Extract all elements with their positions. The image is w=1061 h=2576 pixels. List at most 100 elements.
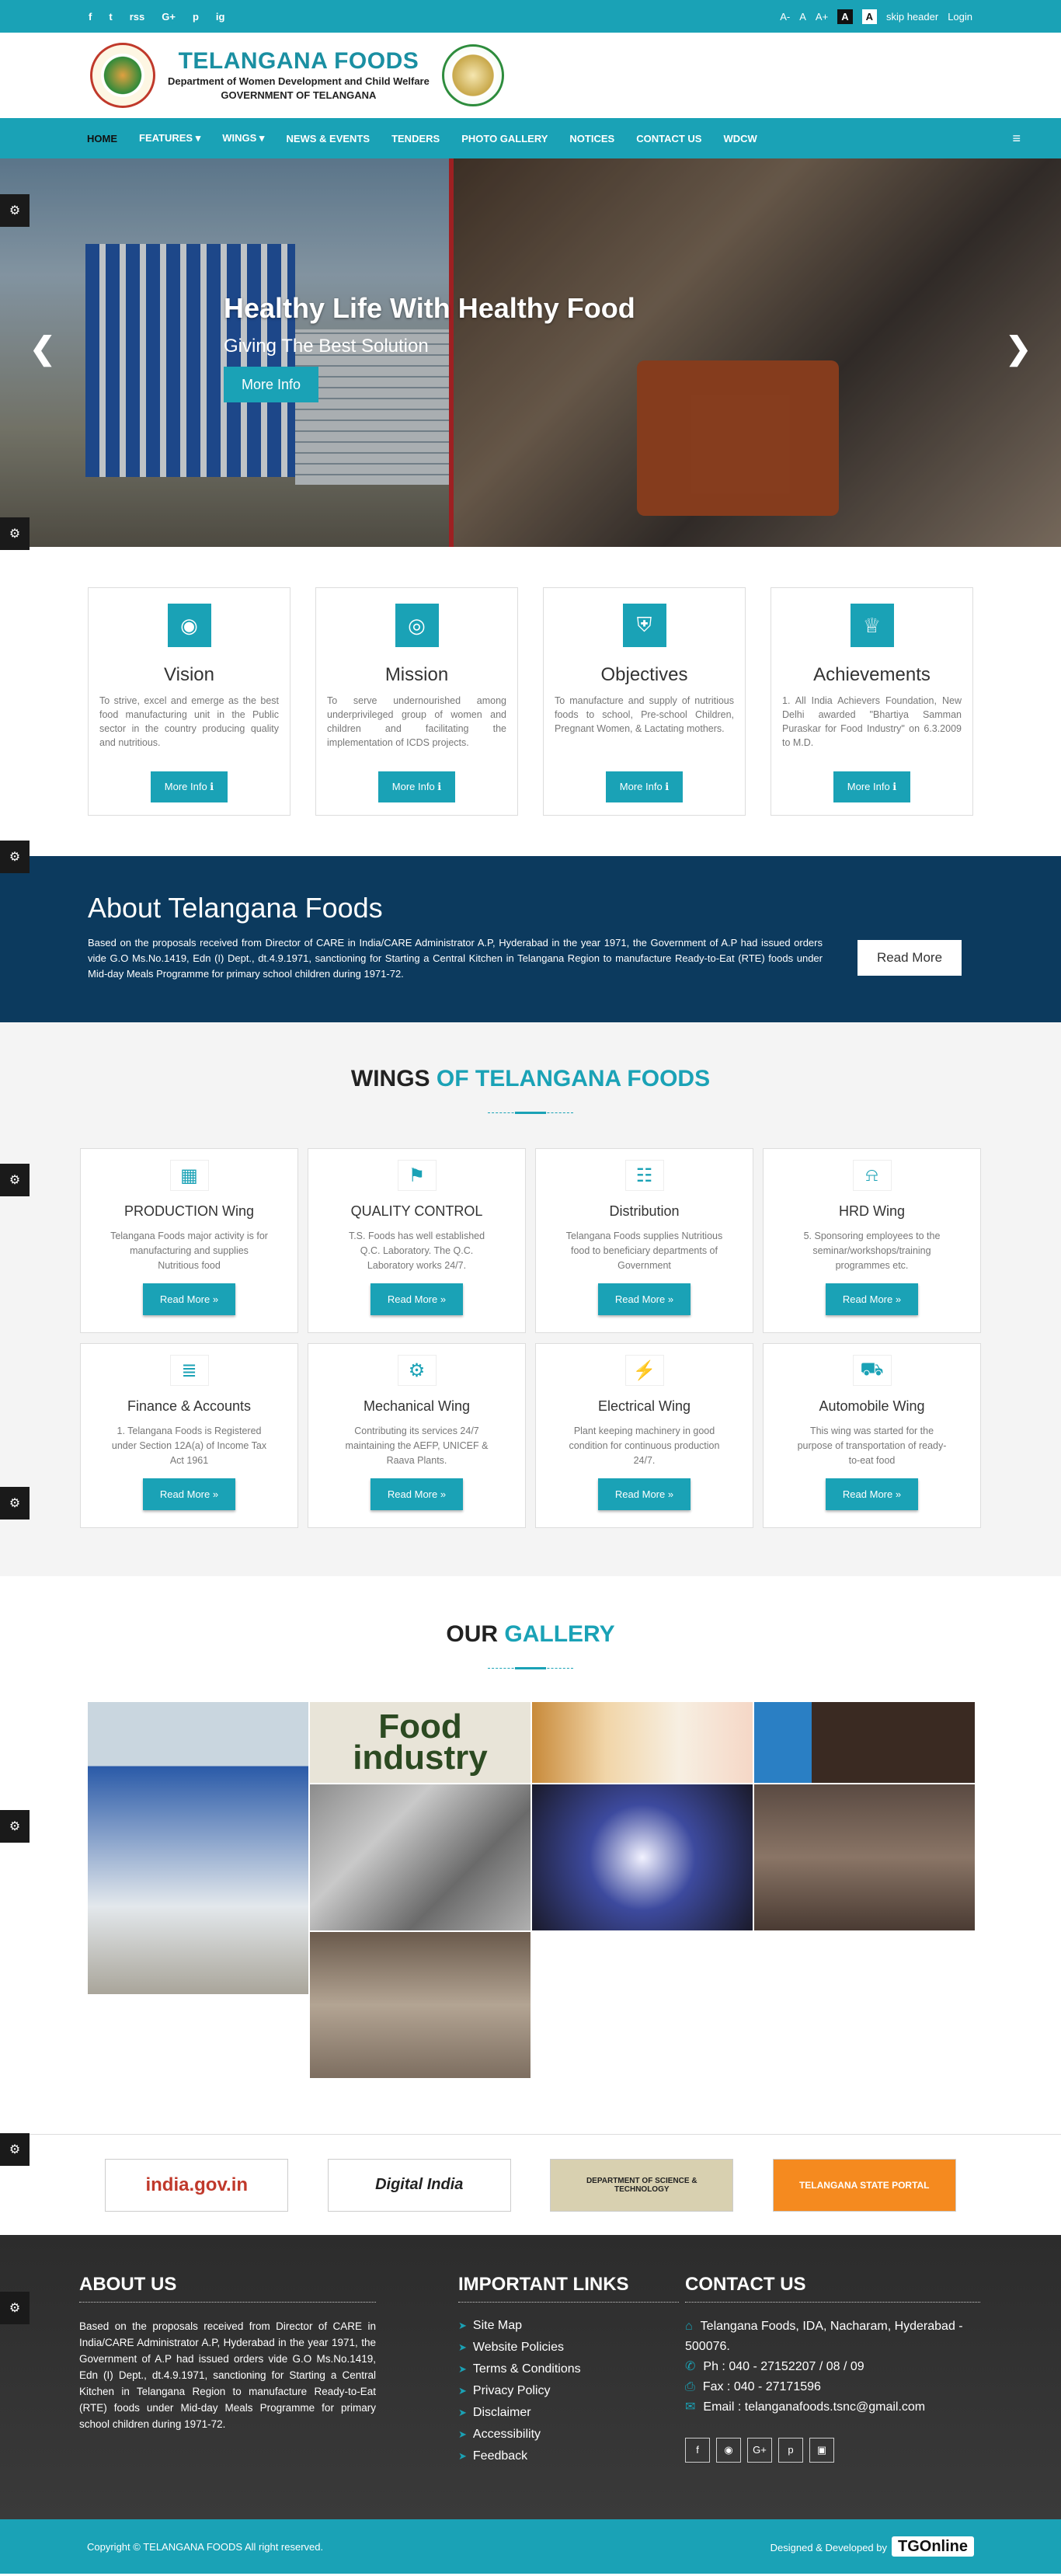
- rss-icon[interactable]: ◉: [716, 2438, 741, 2463]
- hrd-read-more-button[interactable]: Read More »: [825, 1283, 919, 1315]
- skip-header-link[interactable]: skip header: [886, 11, 938, 23]
- site-title: TELANGANA FOODS: [178, 48, 419, 74]
- nav-wings[interactable]: WINGS ▾: [222, 132, 264, 144]
- google-plus-icon[interactable]: G+: [747, 2438, 772, 2463]
- grid-icon: ▦: [169, 1160, 209, 1191]
- vision-card: ◉ Vision To strive, excel and emerge as …: [88, 587, 290, 816]
- nav-home[interactable]: HOME: [87, 133, 117, 144]
- site-footer: ABOUT US Based on the proposals received…: [0, 2235, 1061, 2519]
- finance-read-more-button[interactable]: Read More »: [142, 1478, 236, 1510]
- contrast-light-button[interactable]: A: [861, 9, 877, 24]
- gallery-photo-machine-2[interactable]: [532, 1784, 753, 1930]
- achievements-more-info-button[interactable]: More Info ℹ: [833, 771, 911, 802]
- mechanical-read-more-button[interactable]: Read More »: [370, 1478, 464, 1510]
- about-read-more-button[interactable]: Read More: [857, 940, 962, 976]
- dst-logo[interactable]: DEPARTMENT OF SCIENCE & TECHNOLOGY: [550, 2158, 734, 2212]
- wing-text: T.S. Foods has well established Q.C. Lab…: [348, 1231, 485, 1271]
- hero-overlay: [0, 158, 1061, 547]
- footer-link-privacy[interactable]: Privacy Policy: [458, 2380, 679, 2402]
- nav-notices[interactable]: NOTICES: [569, 133, 614, 144]
- facebook-icon[interactable]: f: [685, 2438, 710, 2463]
- wings-title-b: OF TELANGANA FOODS: [436, 1066, 711, 1091]
- twitter-icon[interactable]: t: [109, 11, 112, 23]
- footer-link-sitemap[interactable]: Site Map: [458, 2315, 679, 2337]
- settings-cog-icon[interactable]: ⚙: [0, 1487, 30, 1519]
- google-plus-icon[interactable]: G+: [162, 11, 176, 23]
- mail-icon: ✉: [685, 2400, 696, 2414]
- bookmark-icon: ⚑: [397, 1160, 437, 1191]
- settings-cog-icon[interactable]: ⚙: [0, 1164, 30, 1196]
- hero-subtitle: Giving The Best Solution: [224, 336, 429, 357]
- gallery-photo-children[interactable]: [754, 1702, 975, 1783]
- vision-more-info-button[interactable]: More Info ℹ: [150, 771, 228, 802]
- gallery-photo-foods[interactable]: [532, 1702, 753, 1783]
- pinterest-icon[interactable]: p: [778, 2438, 803, 2463]
- font-decrease-button[interactable]: A-: [780, 11, 790, 23]
- nav-tenders[interactable]: TENDERS: [391, 133, 440, 144]
- wings-grid: ▦ PRODUCTION Wing Telangana Foods major ac…: [80, 1148, 981, 1528]
- login-link[interactable]: Login: [948, 11, 972, 23]
- footer-link-feedback[interactable]: Feedback: [458, 2445, 679, 2467]
- developer-credit: Designed & Developed by TGOnline: [771, 2536, 974, 2557]
- distribution-read-more-button[interactable]: Read More »: [597, 1283, 691, 1315]
- electrical-read-more-button[interactable]: Read More »: [597, 1478, 691, 1510]
- gallery-photo-building[interactable]: [88, 1702, 308, 1994]
- nav-contact-us[interactable]: CONTACT US: [636, 133, 701, 144]
- india-gov-logo[interactable]: india.gov.in: [105, 2158, 289, 2212]
- settings-cog-icon[interactable]: ⚙: [0, 1810, 30, 1843]
- production-read-more-button[interactable]: Read More »: [142, 1283, 236, 1315]
- telangana-foods-logo[interactable]: [90, 43, 155, 108]
- instagram-icon[interactable]: ▣: [809, 2438, 834, 2463]
- gallery-photo-food-industry[interactable]: Food industry: [310, 1702, 530, 1783]
- wings-title-a: WINGS: [350, 1066, 437, 1091]
- mission-more-info-button[interactable]: More Info ℹ: [377, 771, 456, 802]
- font-increase-button[interactable]: A+: [816, 11, 828, 23]
- footer-about-title: ABOUT US: [79, 2274, 376, 2303]
- gallery-title: OUR GALLERY: [88, 1621, 973, 1648]
- about-title: About Telangana Foods: [88, 892, 383, 924]
- objectives-more-info-button[interactable]: More Info ℹ: [605, 771, 684, 802]
- department-name: Department of Women Development and Chil…: [168, 75, 430, 87]
- nav-features[interactable]: FEATURES ▾: [139, 132, 200, 144]
- nav-news-events[interactable]: NEWS & EVENTS: [286, 133, 370, 144]
- footer-link-terms[interactable]: Terms & Conditions: [458, 2358, 679, 2380]
- instagram-icon[interactable]: ig: [216, 11, 225, 23]
- facebook-icon[interactable]: f: [89, 11, 92, 23]
- menu-icon[interactable]: ≡: [1012, 131, 1021, 147]
- nav-photo-gallery[interactable]: PHOTO GALLERY: [461, 133, 548, 144]
- accessibility-tools: A- A A+ A A skip header Login: [780, 9, 972, 24]
- settings-cog-icon[interactable]: ⚙: [0, 194, 30, 227]
- gallery-photo-factory[interactable]: [310, 1932, 530, 2078]
- gallery-photo-plant[interactable]: [754, 1784, 975, 1930]
- nav-wdcw[interactable]: WDCW: [723, 133, 757, 144]
- hero-more-info-button[interactable]: More Info: [224, 367, 318, 402]
- footer-link-policies[interactable]: Website Policies: [458, 2337, 679, 2358]
- settings-cog-icon[interactable]: ⚙: [0, 517, 30, 550]
- rss-icon[interactable]: rss: [130, 11, 145, 23]
- settings-cog-icon[interactable]: ⚙: [0, 2292, 30, 2324]
- automobile-read-more-button[interactable]: Read More »: [825, 1478, 919, 1510]
- slider-prev-icon[interactable]: ❮: [30, 331, 56, 367]
- footer-links-title: IMPORTANT LINKS: [458, 2274, 679, 2303]
- contrast-dark-button[interactable]: A: [837, 9, 853, 24]
- digital-india-logo[interactable]: Digital India: [327, 2158, 511, 2212]
- tgonline-logo[interactable]: TGOnline: [892, 2536, 974, 2557]
- slider-next-icon[interactable]: ❯: [1005, 331, 1031, 367]
- pinterest-icon[interactable]: p: [193, 11, 199, 23]
- quality-control-read-more-button[interactable]: Read More »: [370, 1283, 464, 1315]
- footer-link-accessibility[interactable]: Accessibility: [458, 2424, 679, 2445]
- settings-cog-icon[interactable]: ⚙: [0, 841, 30, 873]
- title-separator: [488, 1112, 573, 1114]
- footer-link-disclaimer[interactable]: Disclaimer: [458, 2402, 679, 2424]
- font-normal-button[interactable]: A: [799, 11, 806, 23]
- contact-email[interactable]: ✉ Email : telanganafoods.tsnc@gmail.com: [685, 2397, 980, 2418]
- telangana-portal-logo[interactable]: TELANGANA STATE PORTAL: [772, 2158, 956, 2212]
- card-title: Objectives: [600, 664, 688, 685]
- gallery-food-industry-text: Food industry: [353, 1707, 488, 1777]
- mission-card: ◎ Mission To serve undernourished among …: [315, 587, 518, 816]
- card-text: 1. All India Achievers Foundation, New D…: [782, 695, 962, 748]
- objectives-card: ⛨ Objectives To manufacture and supply o…: [543, 587, 746, 816]
- settings-cog-icon[interactable]: ⚙: [0, 2133, 30, 2166]
- gallery-photo-machine-1[interactable]: [310, 1784, 530, 1930]
- document-icon: ≣: [169, 1355, 209, 1386]
